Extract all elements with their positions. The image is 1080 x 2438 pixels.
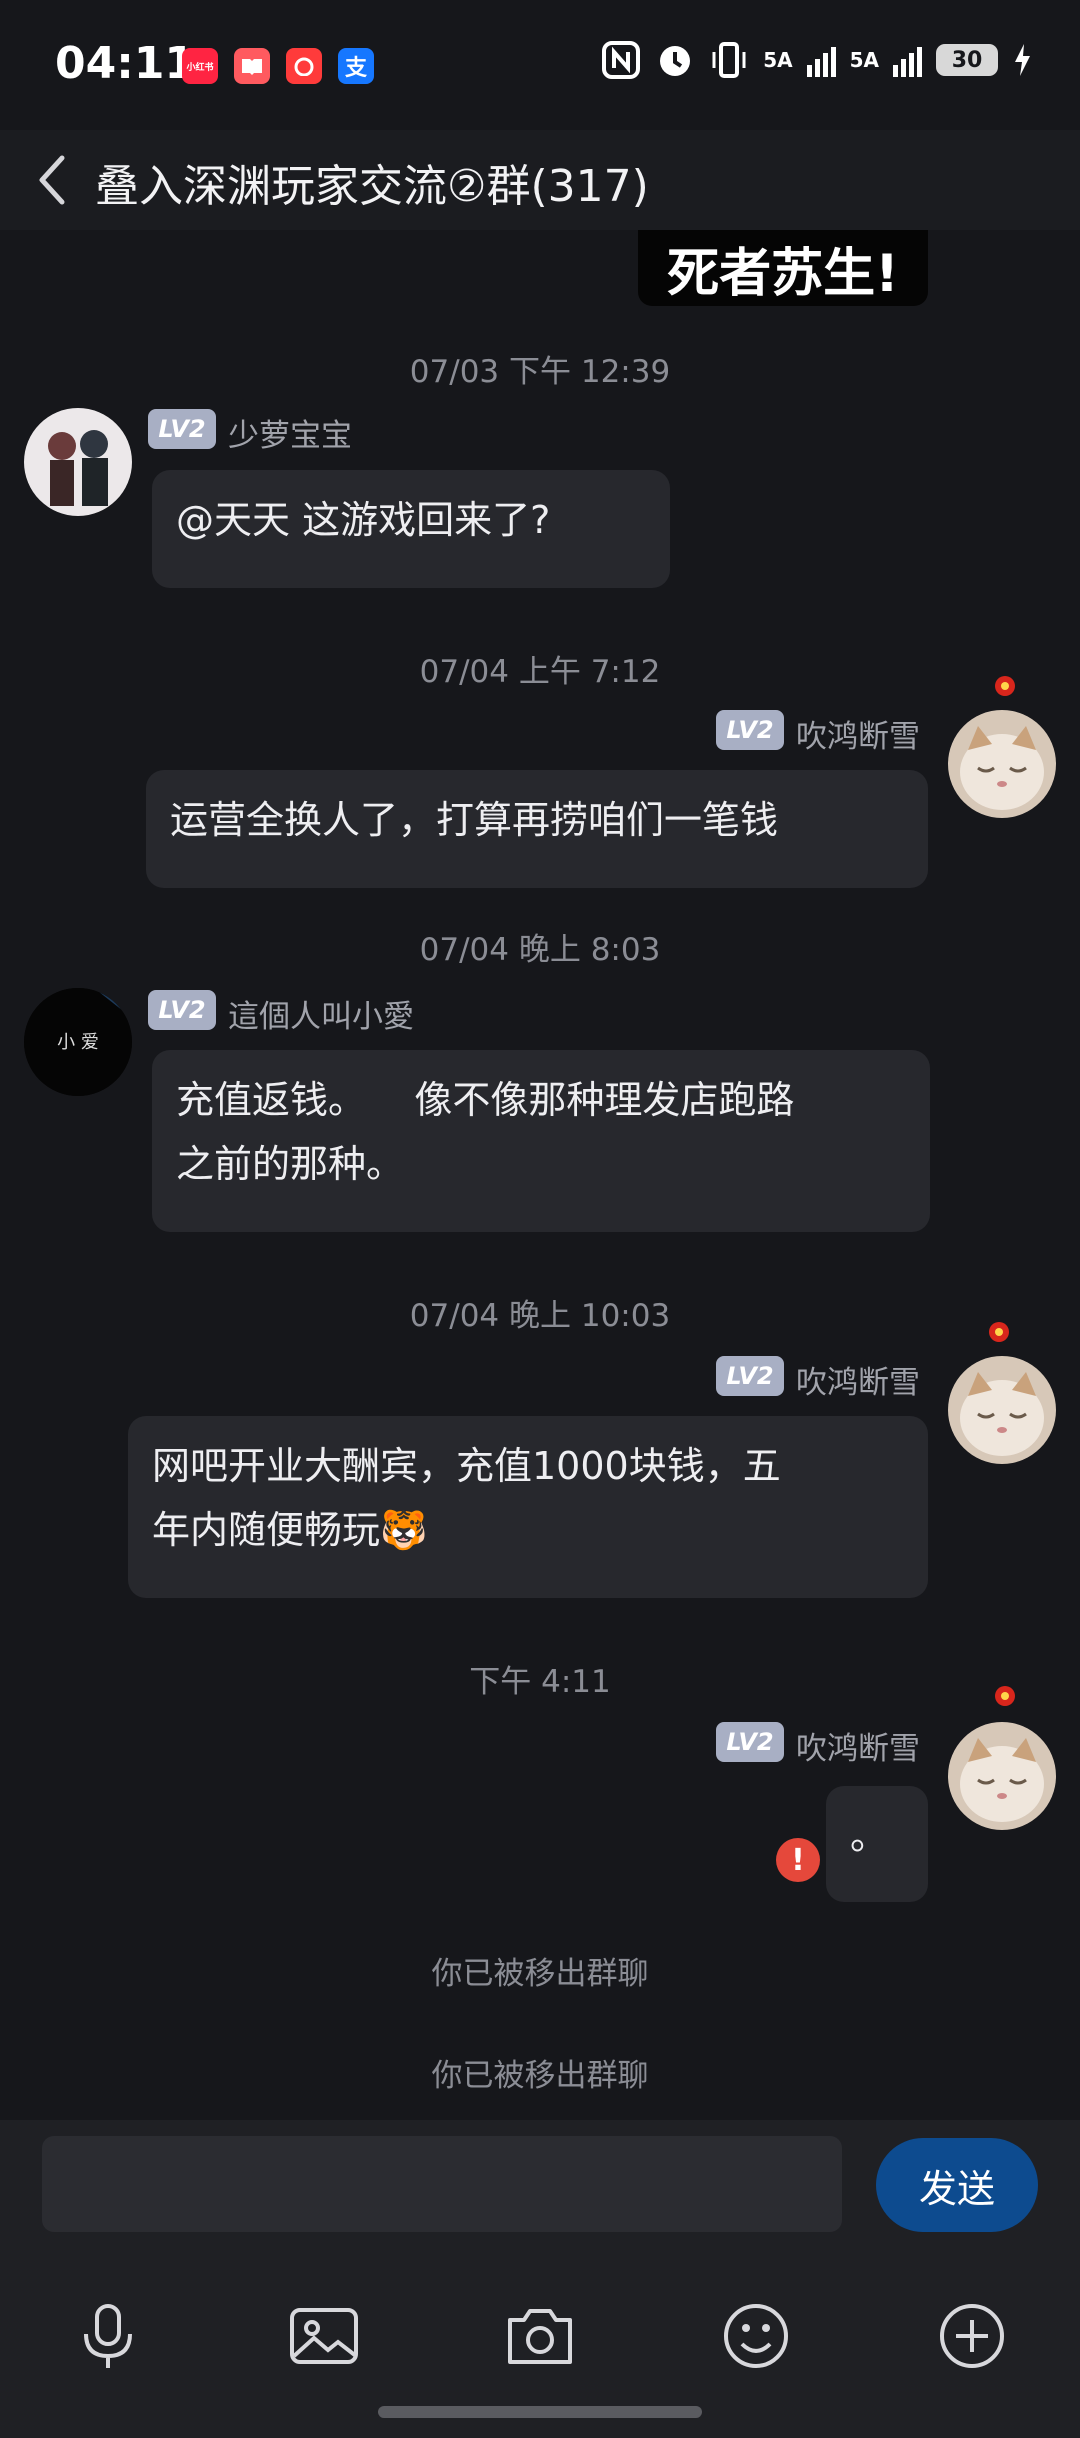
level-badge: LV2 [716,1722,784,1762]
timestamp: 07/04 晚上 10:03 [409,1298,671,1334]
signal-strength-2-icon [893,43,922,77]
message-bubble[interactable]: @天天 这游戏回来了? [152,470,670,588]
sender-name[interactable]: 吹鸿断雪 [796,1723,920,1768]
send-button[interactable]: 发送 [876,2138,1038,2232]
message-text-line: 网吧开业大酬宾，充值1000块钱，五 [152,1444,781,1488]
message-text-line: 之前的那种。 [176,1142,405,1186]
system-notice: 你已被移出群聊 [431,2058,649,2094]
flower-decoration-icon [995,676,1015,696]
back-arrow-icon[interactable] [32,148,72,212]
weibo-app-icon [286,48,322,84]
message-list[interactable]: 死者苏生! 07/03 下午 12:39 LV2 少萝宝宝 @天天 这游戏回来了… [0,230,1080,2120]
level-badge: LV2 [716,710,784,750]
message-text-line: 年内随便畅玩🐯 [152,1508,428,1552]
chat-header: 叠入深渊玩家交流②群(317) [0,130,1080,230]
xiaohongshu-icon: 小红书 [182,48,218,84]
system-notice: 你已被移出群聊 [431,1956,649,1992]
avatar[interactable] [948,1722,1056,1830]
signal-strength-1-icon [806,43,836,77]
avatar[interactable]: 小 爱 [24,988,132,1096]
message-bubble[interactable]: 网吧开业大酬宾，充值1000块钱，五 年内随便畅玩🐯 [128,1416,928,1598]
plus-circle-icon[interactable] [934,2298,1010,2374]
sender-name[interactable]: 少萝宝宝 [228,410,352,455]
group-title: 叠入深渊玩家交流②群(317) [95,161,649,212]
avatar-text: 小 爱 [57,1032,99,1053]
camera-icon[interactable] [502,2298,578,2374]
vibrate-icon [712,42,746,78]
status-time: 04:11 [55,38,196,89]
sender-name[interactable]: 這個人叫小愛 [228,991,414,1036]
message-text: @天天 这游戏回来了? [176,498,551,542]
timestamp: 07/03 下午 12:39 [409,354,671,390]
message-bubble[interactable]: 运营全换人了，打算再捞咱们一笔钱 [146,770,928,888]
charging-icon [1015,44,1030,76]
image-icon[interactable] [286,2298,362,2374]
timestamp: 07/04 上午 7:12 [419,654,661,690]
network-type-1: 5A [763,48,793,72]
microphone-icon[interactable] [70,2298,146,2374]
alarm-icon [660,46,691,76]
avatar[interactable] [948,1356,1056,1464]
network-type-2: 5A [849,48,879,72]
sender-name[interactable]: 吹鸿断雪 [796,1357,920,1402]
message-text: 运营全换人了，打算再捞咱们一笔钱 [170,798,779,842]
home-indicator[interactable] [378,2406,702,2418]
timestamp: 下午 4:11 [469,1664,611,1700]
nfc-icon [602,41,641,79]
level-badge: LV2 [148,990,216,1030]
message-text-line: 充值返钱。 像不像那种理发店跑路 [176,1078,795,1122]
sticker-message[interactable]: 死者苏生! [638,230,928,306]
input-bar: 发送 [0,2120,1080,2438]
sender-name[interactable]: 吹鸿断雪 [796,711,920,756]
alipay-icon: 支 [338,48,374,84]
message-text: 。 [850,1814,889,1858]
sticker-text: 死者苏生! [667,243,899,304]
message-bubble[interactable]: 。 [826,1786,928,1902]
message-bubble[interactable]: 充值返钱。 像不像那种理发店跑路 之前的那种。 [152,1050,930,1232]
timestamp: 07/04 晚上 8:03 [419,932,661,968]
flower-decoration-icon [989,1322,1009,1342]
avatar[interactable] [948,710,1056,818]
status-bar: 04:11 小红书 支 5A 5A 30 [0,0,1080,130]
message-input[interactable] [42,2136,842,2232]
status-indicators: 5A 5A 30 [601,40,1032,80]
send-failed-icon[interactable]: ! [776,1838,820,1882]
avatar[interactable] [24,408,132,516]
flower-decoration-icon [995,1686,1015,1706]
emoji-icon[interactable] [718,2298,794,2374]
reader-app-icon [234,48,270,84]
level-badge: LV2 [716,1356,784,1396]
battery-indicator: 30 [936,44,998,76]
level-badge: LV2 [148,409,216,449]
